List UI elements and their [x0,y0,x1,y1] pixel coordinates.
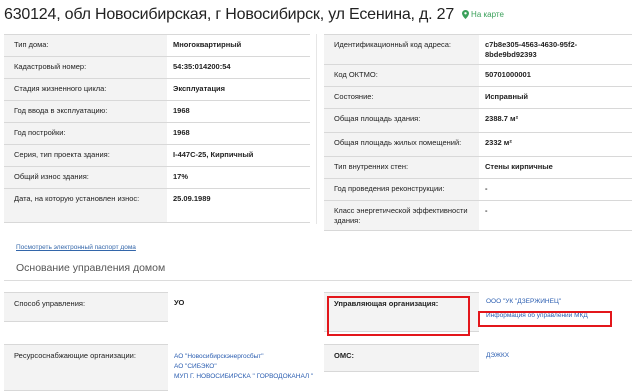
resource-orgs-label: Ресурсоснабжающие организации: [4,344,168,391]
table-row: Дата, на которую установлен износ: 25.09… [4,188,310,223]
row-value: - [479,178,632,201]
table-row: Класс энергетической эффективности здани… [324,200,632,231]
row-label: Кадастровый номер: [4,56,167,79]
table-row: Общая площадь жилых помещений: 2332 м² [324,132,632,157]
row-label: Код ОКТМО: [324,64,479,87]
column-divider [316,34,317,224]
section-title: Основание управления домом [16,262,166,274]
row-value: I-447C-25, Кирпичный [167,144,310,167]
row-label: Общая площадь жилых помещений: [324,132,479,157]
row-label: Год постройки: [4,122,167,145]
row-value: 17% [167,166,310,189]
row-value: 2332 м² [479,132,632,157]
row-label: Серия, тип проекта здания: [4,144,167,167]
row-label: Год ввода в эксплуатацию: [4,100,167,123]
row-value: Многоквартирный [167,34,310,57]
table-row: Тип дома: Многоквартирный [4,34,310,57]
row-label: Тип дома: [4,34,167,57]
row-value: 1968 [167,100,310,123]
management-method-value: УО [174,298,185,307]
table-row: Год проведения реконструкции: - [324,178,632,201]
resource-orgs-list: АО "Новосибирскэнергосбыт" АО "СИБЭКО" М… [174,352,314,382]
row-label: Тип внутренних стен: [324,156,479,179]
table-row: Кадастровый номер: 54:35:014200:54 [4,56,310,79]
section-divider [4,280,632,281]
table-row: Общий износ здания: 17% [4,166,310,189]
row-label: Стадия жизненного цикла: [4,78,167,101]
map-link[interactable]: На карте [462,10,504,19]
table-row: Год ввода в эксплуатацию: 1968 [4,100,310,123]
row-value: 1968 [167,122,310,145]
highlight-frame-org-label [327,296,470,336]
management-org-link[interactable]: ООО "УК "ДЗЕРЖИНЕЦ" [486,298,626,306]
page-title: 630124, обл Новосибирская, г Новосибирск… [4,6,455,23]
row-value: c7b8e305-4563-4630-95f2-8bde9bd92393 [479,34,632,65]
building-info-table-right: Идентификационный код адреса: c7b8e305-4… [324,34,632,231]
row-label: Год проведения реконструкции: [324,178,479,201]
table-row: Серия, тип проекта здания: I-447C-25, Ки… [4,144,310,167]
table-row: Состояние: Исправный [324,86,632,109]
management-method-label: Способ управления: [4,292,168,322]
map-pin-icon [462,10,470,19]
row-label: Состояние: [324,86,479,109]
highlight-frame-info-link [478,311,612,327]
resource-org-link[interactable]: АО "Новосибирскэнергосбыт" [174,352,314,362]
oms-link[interactable]: ДЭЖКХ [486,352,509,360]
row-value: Эксплуатация [167,78,310,101]
row-label: Дата, на которую установлен износ: [4,188,167,223]
table-row: Идентификационный код адреса: c7b8e305-4… [324,34,632,65]
table-row: Код ОКТМО: 50701000001 [324,64,632,87]
row-label: Общая площадь здания: [324,108,479,133]
row-value: 54:35:014200:54 [167,56,310,79]
row-value: 2388.7 м² [479,108,632,133]
resource-org-link[interactable]: МУП Г. НОВОСИБИРСКА " ГОРВОДОКАНАЛ " [174,372,314,382]
row-value: Стены кирпичные [479,156,632,179]
table-row: Год постройки: 1968 [4,122,310,145]
table-row: Общая площадь здания: 2388.7 м² [324,108,632,133]
table-row: Стадия жизненного цикла: Эксплуатация [4,78,310,101]
row-label: Общий износ здания: [4,166,167,189]
resource-org-link[interactable]: АО "СИБЭКО" [174,362,314,372]
oms-label: ОМС: [324,344,479,372]
row-value: 50701000001 [479,64,632,87]
building-info-table-left: Тип дома: Многоквартирный Кадастровый но… [4,34,310,223]
row-label: Класс энергетической эффективности здани… [324,200,479,231]
page-header: 630124, обл Новосибирская, г Новосибирск… [4,6,504,24]
passport-link[interactable]: Посмотреть электронный паспорт дома [16,244,136,251]
row-value: Исправный [479,86,632,109]
table-row: Тип внутренних стен: Стены кирпичные [324,156,632,179]
map-link-label[interactable]: На карте [471,10,504,19]
row-value: - [479,200,632,231]
row-label: Идентификационный код адреса: [324,34,479,65]
row-value: 25.09.1989 [167,188,310,223]
